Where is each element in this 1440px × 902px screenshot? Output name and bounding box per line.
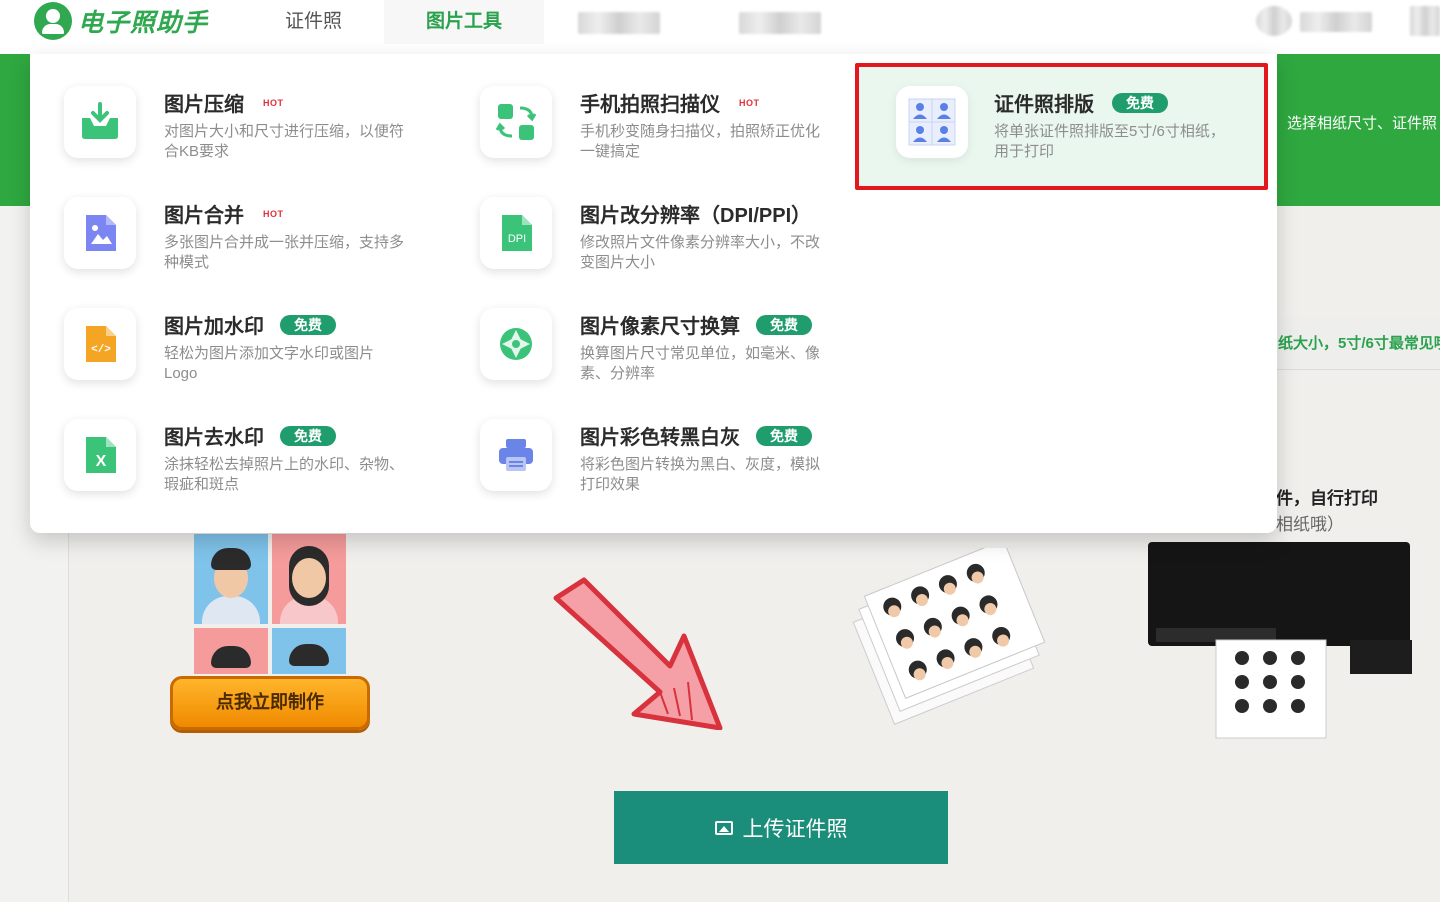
step-print-title: 件，自行打印 (1276, 489, 1378, 508)
step-print-note: 相纸哦） (1276, 515, 1344, 534)
tool-title: 图片改分辨率（DPI/PPI） (580, 205, 812, 227)
blurred-nav-item[interactable] (578, 12, 660, 34)
tool-description: 手机秒变随身扫描仪，拍照矫正优化一键搞定 (580, 123, 821, 160)
tool-title: 图片彩色转黑白灰 (580, 427, 740, 449)
top-navigation-bar: 电子照助手 证件照 图片工具 (0, 0, 1440, 54)
portrait-tile (194, 628, 268, 674)
aperture-icon (480, 308, 552, 380)
svg-text:</>: </> (91, 344, 111, 356)
image-file-icon (64, 197, 136, 269)
free-badge: 免费 (280, 426, 336, 446)
tool-title: 手机拍照扫描仪 (580, 94, 720, 116)
excel-file-icon: X (64, 419, 136, 491)
tool-title: 图片合并 (164, 205, 244, 227)
hot-badge: HOT (263, 209, 284, 219)
hot-badge: HOT (263, 98, 284, 108)
tool-title: 图片加水印 (164, 316, 264, 338)
tool-pixel-size-convert[interactable]: 图片像素尺寸换算 免费 换算图片尺寸常见单位，如毫米、像素、分辨率 (480, 308, 860, 404)
dpi-file-icon: DPI (480, 197, 552, 269)
free-badge: 免费 (756, 315, 812, 335)
pink-arrow-illustration (553, 577, 723, 730)
scan-convert-icon (480, 86, 552, 158)
code-file-icon: </> (64, 308, 136, 380)
tool-description: 修改照片文件像素分辨率大小，不改变图片大小 (580, 234, 821, 271)
hot-badge: HOT (739, 98, 760, 108)
tool-title: 图片去水印 (164, 427, 264, 449)
tool-image-compress[interactable]: 图片压缩 HOT 对图片大小和尺寸进行压缩，以便符合KB要求 (64, 86, 444, 182)
avatar[interactable] (1256, 6, 1292, 36)
tool-description: 多张图片合并成一张并压缩，支持多种模式 (164, 234, 405, 271)
tool-phone-scanner[interactable]: 手机拍照扫描仪 HOT 手机秒变随身扫描仪，拍照矫正优化一键搞定 (480, 86, 860, 182)
male-portrait (194, 534, 268, 624)
free-badge: 免费 (280, 315, 336, 335)
svg-text:X: X (96, 453, 107, 470)
tool-description: 换算图片尺寸常见单位，如毫米、像素、分辨率 (580, 345, 821, 382)
printer-illustration (1148, 542, 1412, 739)
svg-text:DPI: DPI (508, 233, 526, 245)
tool-description: 轻松为图片添加文字水印或图片Logo (164, 345, 375, 382)
tool-remove-watermark[interactable]: X 图片去水印 免费 涂抹轻松去掉照片上的水印、杂物、瑕疵和斑点 (64, 419, 444, 515)
tool-title: 图片像素尺寸换算 (580, 316, 740, 338)
image-icon (714, 820, 733, 835)
banner-text: ，选择相纸尺寸、证件照 (1272, 115, 1438, 132)
tool-change-dpi[interactable]: DPI 图片改分辨率（DPI/PPI） 修改照片文件像素分辨率大小，不改变图片大… (480, 197, 860, 293)
download-tray-icon (64, 86, 136, 158)
tool-title: 图片压缩 (164, 94, 244, 116)
blurred-nav-item[interactable] (739, 12, 821, 34)
upload-id-photo-button[interactable]: 上传证件照 (614, 791, 948, 864)
logo-person-icon (34, 2, 72, 40)
tool-add-watermark[interactable]: </> 图片加水印 免费 轻松为图片添加文字水印或图片Logo (64, 308, 444, 404)
female-portrait (272, 534, 346, 624)
printer-icon (480, 419, 552, 491)
tool-image-merge[interactable]: 图片合并 HOT 多张图片合并成一张并压缩，支持多种模式 (64, 197, 444, 293)
make-now-button[interactable]: 点我立即制作 (170, 676, 370, 730)
free-badge: 免费 (756, 426, 812, 446)
blurred-username[interactable] (1300, 12, 1372, 32)
logo[interactable]: 电子照助手 (34, 2, 208, 40)
logo-text: 电子照助手 (78, 9, 209, 37)
paper-size-info: 纸大小，5寸/6寸最常见哦 (1278, 335, 1440, 352)
printed-photo-sheets-illustration (852, 548, 1046, 725)
tool-description: 将彩色图片转换为黑白、灰度，模拟打印效果 (580, 456, 821, 493)
nav-item-image-tools[interactable]: 图片工具 (384, 0, 544, 44)
upload-button-label: 上传证件照 (742, 817, 848, 841)
tool-color-to-grayscale[interactable]: 图片彩色转黑白灰 免费 将彩色图片转换为黑白、灰度，模拟打印效果 (480, 419, 860, 515)
blurred-menu-item[interactable] (1410, 6, 1440, 36)
nav-item-id-photo[interactable]: 证件照 (285, 0, 342, 44)
highlight-annotation-frame (855, 63, 1268, 190)
tool-description: 对图片大小和尺寸进行压缩，以便符合KB要求 (164, 123, 405, 160)
portrait-collage-image (194, 534, 346, 674)
tool-description: 涂抹轻松去掉照片上的水印、杂物、瑕疵和斑点 (164, 456, 405, 493)
portrait-tile (272, 628, 346, 674)
